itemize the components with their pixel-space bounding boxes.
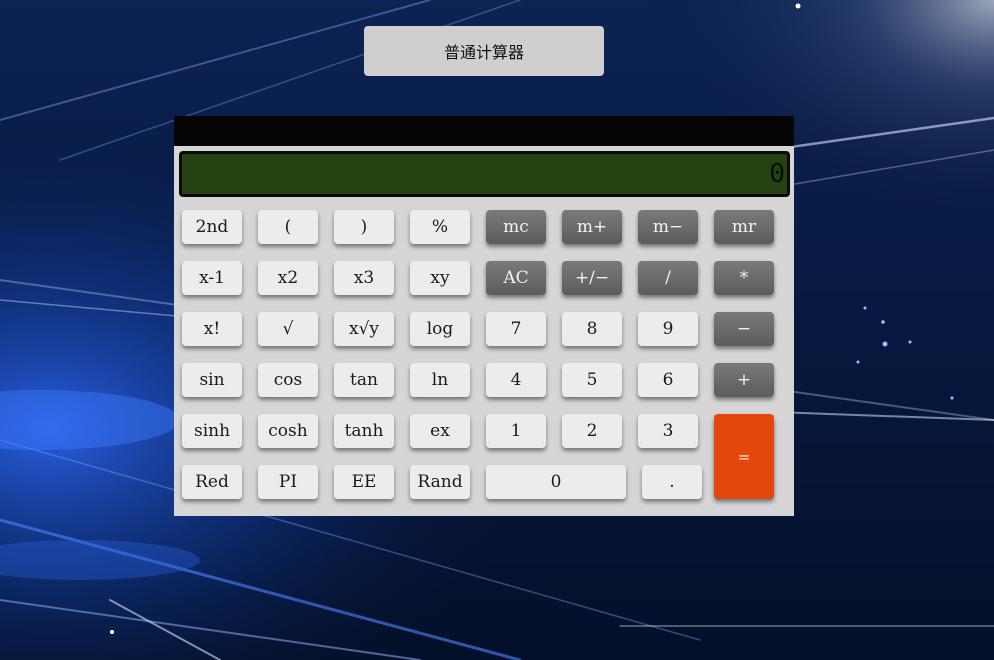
exponent-entry-button[interactable]: EE: [334, 465, 394, 499]
sin-button[interactable]: sin: [182, 363, 242, 397]
ln-button[interactable]: ln: [410, 363, 470, 397]
sign-toggle-button[interactable]: +/−: [562, 261, 622, 295]
inverse-button[interactable]: x-1: [182, 261, 242, 295]
pi-button[interactable]: PI: [258, 465, 318, 499]
calculator-display: 0: [179, 151, 790, 197]
mode-button[interactable]: 普通计算器: [364, 26, 604, 76]
memory-recall-button[interactable]: mr: [714, 210, 774, 244]
exp-button[interactable]: ex: [410, 414, 470, 448]
memory-subtract-button[interactable]: m−: [638, 210, 698, 244]
digit-8-button[interactable]: 8: [562, 312, 622, 346]
tan-button[interactable]: tan: [334, 363, 394, 397]
all-clear-button[interactable]: AC: [486, 261, 546, 295]
add-button[interactable]: +: [714, 363, 774, 397]
left-paren-button[interactable]: (: [258, 210, 318, 244]
cube-button[interactable]: x3: [334, 261, 394, 295]
log-button[interactable]: log: [410, 312, 470, 346]
digit-4-button[interactable]: 4: [486, 363, 546, 397]
right-paren-button[interactable]: ): [334, 210, 394, 244]
memory-clear-button[interactable]: mc: [486, 210, 546, 244]
display-value: 0: [769, 159, 785, 189]
sinh-button[interactable]: sinh: [182, 414, 242, 448]
subtract-button[interactable]: −: [714, 312, 774, 346]
percent-button[interactable]: %: [410, 210, 470, 244]
digit-3-button[interactable]: 3: [638, 414, 698, 448]
second-function-button[interactable]: 2nd: [182, 210, 242, 244]
digit-6-button[interactable]: 6: [638, 363, 698, 397]
calculator-title-bar: [174, 116, 794, 146]
calculator: 0 2nd ( ) % mc m+ m− mr x-1 x2 x3 xy AC …: [174, 116, 794, 516]
digit-7-button[interactable]: 7: [486, 312, 546, 346]
divide-button[interactable]: /: [638, 261, 698, 295]
square-root-button[interactable]: √: [258, 312, 318, 346]
equals-button[interactable]: =: [714, 414, 774, 499]
radians-button[interactable]: Red: [182, 465, 242, 499]
square-button[interactable]: x2: [258, 261, 318, 295]
factorial-button[interactable]: x!: [182, 312, 242, 346]
cos-button[interactable]: cos: [258, 363, 318, 397]
multiply-button[interactable]: *: [714, 261, 774, 295]
digit-1-button[interactable]: 1: [486, 414, 546, 448]
random-button[interactable]: Rand: [410, 465, 470, 499]
cosh-button[interactable]: cosh: [258, 414, 318, 448]
digit-5-button[interactable]: 5: [562, 363, 622, 397]
memory-add-button[interactable]: m+: [562, 210, 622, 244]
decimal-point-button[interactable]: .: [642, 465, 702, 499]
digit-9-button[interactable]: 9: [638, 312, 698, 346]
digit-2-button[interactable]: 2: [562, 414, 622, 448]
nth-root-button[interactable]: x√y: [334, 312, 394, 346]
power-button[interactable]: xy: [410, 261, 470, 295]
digit-0-button[interactable]: 0: [486, 465, 626, 499]
tanh-button[interactable]: tanh: [334, 414, 394, 448]
